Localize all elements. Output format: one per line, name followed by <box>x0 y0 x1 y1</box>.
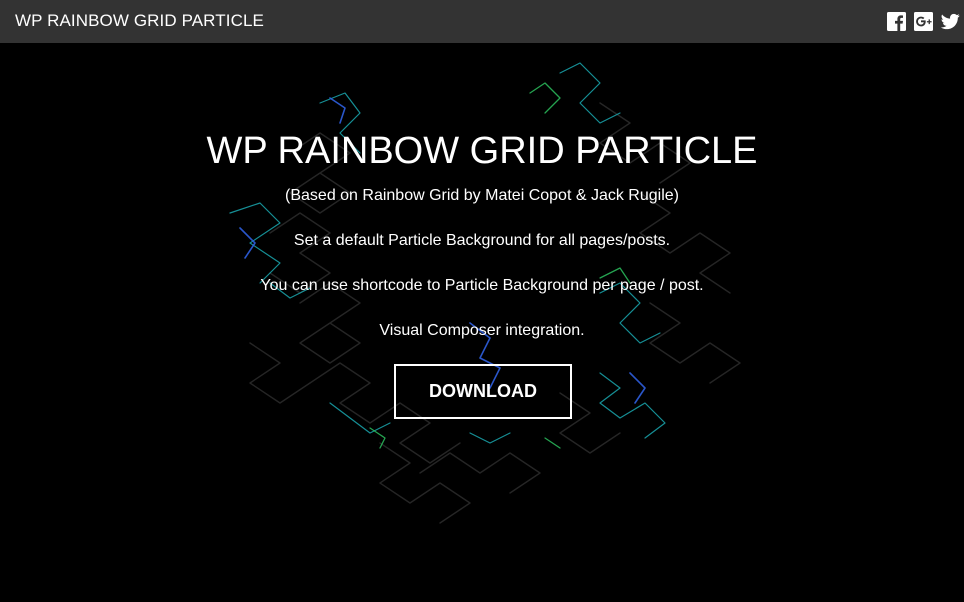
feature-default-background: Set a default Particle Background for al… <box>293 232 671 249</box>
google-plus-icon[interactable] <box>914 11 933 31</box>
top-bar: WP RAINBOW GRID PARTICLE <box>0 0 964 43</box>
download-button[interactable]: DOWNLOAD <box>394 364 572 419</box>
particle-stage: WP RAINBOW GRID PARTICLE (Based on Rainb… <box>0 43 964 602</box>
facebook-icon[interactable] <box>887 11 906 31</box>
social-links <box>887 11 960 31</box>
hero-title: WP RAINBOW GRID PARTICLE <box>206 130 758 172</box>
twitter-icon[interactable] <box>941 12 960 31</box>
hero-subtitle: (Based on Rainbow Grid by Matei Copot & … <box>285 187 679 204</box>
feature-visual-composer: Visual Composer integration. <box>379 322 585 339</box>
site-title[interactable]: WP RAINBOW GRID PARTICLE <box>15 11 264 31</box>
feature-shortcode: You can use shortcode to Particle Backgr… <box>260 277 704 294</box>
